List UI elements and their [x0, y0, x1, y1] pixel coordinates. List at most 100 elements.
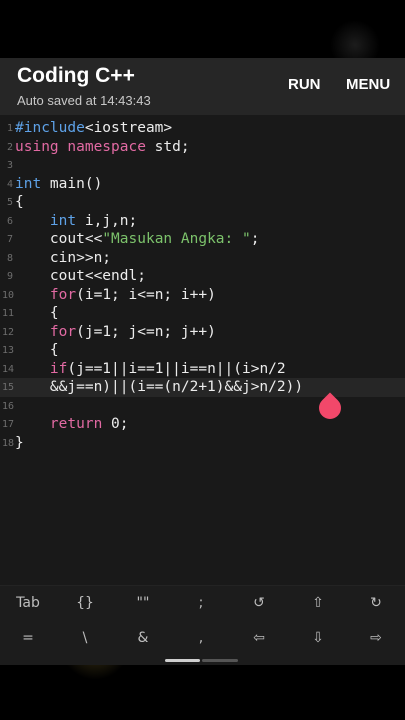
- code-token: #include: [15, 120, 85, 136]
- code-token: ;: [250, 231, 260, 247]
- extra-keys-bar: Tab{} ""; ↺ ⇧ ↻ = \ &, ⇦ ⇩ ⇨: [0, 585, 405, 665]
- quotes-key[interactable]: "": [118, 588, 168, 618]
- semicolon-key[interactable]: ;: [176, 588, 226, 618]
- run-button[interactable]: RUN: [288, 76, 321, 93]
- line-number: 16: [2, 400, 15, 412]
- code-text: int i,j,n;: [15, 213, 137, 229]
- app-title: Coding C++: [17, 64, 135, 87]
- code-token: cout<<: [15, 231, 103, 247]
- code-line[interactable]: 4 int main(): [0, 175, 405, 194]
- line-number: 12: [2, 326, 15, 338]
- code-token: {: [15, 305, 59, 321]
- code-text: {: [15, 342, 59, 358]
- code-editor-app: Coding C++ Auto saved at 14:43:43 RUN ME…: [0, 58, 405, 665]
- code-token: using namespace: [15, 138, 146, 155]
- code-line[interactable]: 6 int i,j,n;: [0, 212, 405, 231]
- code-line[interactable]: 12 for(j=1; j<=n; j++): [0, 323, 405, 342]
- menu-button[interactable]: MENU: [346, 76, 390, 93]
- code-text: cout<<endl;: [15, 268, 146, 284]
- autosave-status: Auto saved at 14:43:43: [17, 93, 151, 108]
- code-token: cin>>n;: [15, 249, 112, 266]
- undo-icon[interactable]: ↺: [234, 588, 284, 618]
- comma-key[interactable]: ,: [176, 623, 226, 653]
- code-text: for(i=1; i<=n; i++): [15, 287, 216, 303]
- scroll-indicator-track: [202, 659, 238, 662]
- code-text: if(j==1||i==1||i==n||(i>n/2: [15, 361, 286, 377]
- tab-key[interactable]: Tab: [3, 588, 53, 618]
- code-line[interactable]: 8 cin>>n;: [0, 249, 405, 268]
- line-number: 14: [2, 363, 15, 375]
- code-text: using namespace std;: [15, 139, 190, 155]
- code-editor[interactable]: 1 #include<iostream> 2 using namespace std;…: [0, 115, 405, 585]
- code-token: (i=1; i<=n; i++): [76, 286, 216, 303]
- code-text: &&j==n)||(i==(n/2+1)&&j>n/2)): [15, 379, 303, 395]
- code-token: (j==1||i==1||i==n||(i>n/2: [67, 360, 286, 377]
- redo-icon[interactable]: ↻: [351, 588, 401, 618]
- equals-key[interactable]: =: [3, 623, 53, 653]
- code-line[interactable]: 17 return 0;: [0, 415, 405, 434]
- code-line[interactable]: 13 {: [0, 341, 405, 360]
- arrow-down-icon[interactable]: ⇩: [293, 623, 343, 653]
- ampersand-key[interactable]: &: [118, 623, 168, 653]
- line-number: 7: [6, 234, 13, 245]
- code-text: }: [15, 435, 24, 451]
- code-text: for(j=1; j<=n; j++): [15, 324, 216, 340]
- line-number: 15: [2, 382, 15, 393]
- line-number: 18: [2, 437, 15, 449]
- code-text: #include<iostream>: [15, 120, 172, 136]
- code-token: {: [15, 194, 24, 210]
- code-text: {: [15, 305, 59, 321]
- code-line[interactable]: 9 cout<<endl;: [0, 267, 405, 286]
- code-token: return: [49, 416, 103, 432]
- code-text: cin>>n;: [15, 250, 111, 266]
- code-line[interactable]: 18}: [0, 434, 405, 453]
- code-line[interactable]: 15 &&j==n)||(i==(n/2+1)&&j>n/2)): [0, 378, 405, 397]
- code-line[interactable]: 3: [0, 156, 405, 175]
- backslash-key[interactable]: \: [60, 623, 110, 653]
- code-token: main(): [41, 175, 103, 192]
- code-text: {: [15, 194, 24, 210]
- code-text: cout<<"Masukan Angka: ";: [15, 231, 260, 247]
- code-line[interactable]: 10 for(i=1; i<=n; i++): [0, 286, 405, 305]
- code-token: std;: [145, 138, 190, 155]
- code-line[interactable]: 7 cout<<"Masukan Angka: ";: [0, 230, 405, 249]
- shift-icon[interactable]: ⇧: [293, 588, 343, 618]
- braces-key[interactable]: {}: [60, 588, 110, 618]
- line-number: 11: [2, 308, 15, 319]
- app-header: Coding C++ Auto saved at 14:43:43 RUN ME…: [0, 58, 405, 115]
- code-token: if: [49, 360, 68, 377]
- arrow-right-icon[interactable]: ⇨: [351, 623, 401, 653]
- code-token: &&j==n)||(i==(n/2+1)&&j>n/2)): [15, 379, 304, 395]
- line-number: 9: [6, 271, 13, 282]
- code-token: <iostream>: [84, 120, 173, 136]
- code-token: {: [15, 342, 59, 358]
- code-line[interactable]: 11 {: [0, 304, 405, 323]
- line-number: 6: [6, 215, 13, 227]
- code-token: for: [49, 286, 77, 303]
- code-token: }: [15, 434, 24, 451]
- code-token: (j=1; j<=n; j++): [76, 323, 216, 340]
- code-token: int: [49, 212, 77, 229]
- code-token: int: [15, 175, 42, 192]
- code-line[interactable]: 14 if(j==1||i==1||i==n||(i>n/2: [0, 360, 405, 379]
- code-line[interactable]: 2 using namespace std;: [0, 138, 405, 157]
- arrow-left-icon[interactable]: ⇦: [234, 623, 284, 653]
- code-line[interactable]: 5{: [0, 193, 405, 212]
- code-token: cout<<endl;: [15, 268, 146, 284]
- line-number: 3: [6, 160, 13, 171]
- code-token: 0;: [102, 416, 129, 432]
- code-line[interactable]: 16: [0, 397, 405, 416]
- line-number: 2: [6, 141, 13, 153]
- code-token: i,j,n;: [76, 212, 138, 229]
- line-number: 8: [6, 252, 13, 264]
- code-text: return 0;: [15, 416, 129, 432]
- code-line[interactable]: 1 #include<iostream>: [0, 119, 405, 138]
- line-number: 5: [6, 197, 13, 208]
- line-number: 1: [6, 123, 13, 134]
- code-token: "Masukan Angka: ": [102, 231, 251, 247]
- line-number: 4: [6, 178, 13, 190]
